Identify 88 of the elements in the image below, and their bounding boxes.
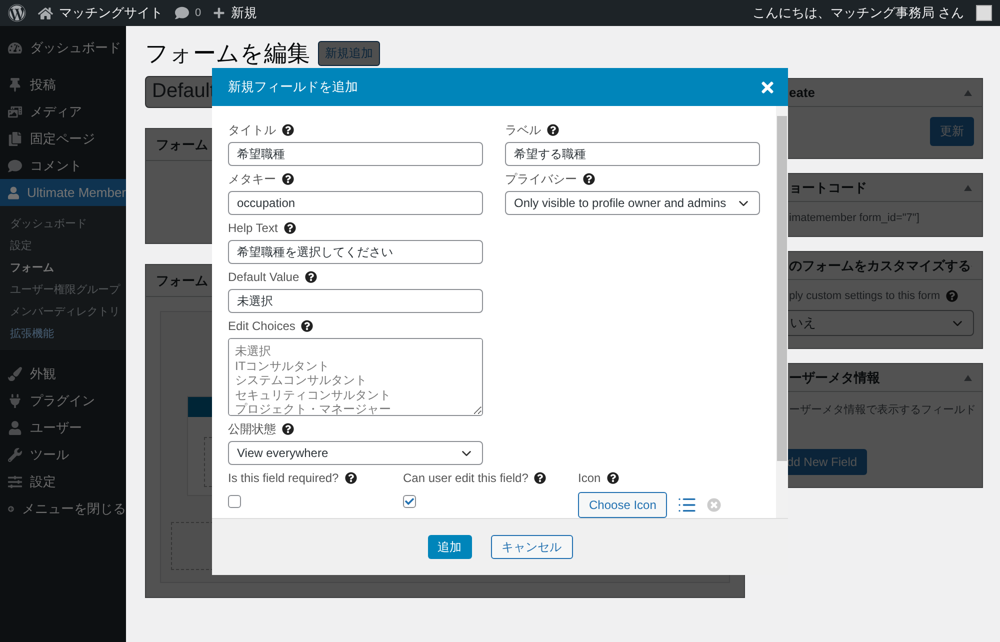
- field-label: メタキー: [228, 170, 276, 188]
- media-icon: [8, 104, 22, 118]
- help-icon: [284, 222, 296, 234]
- pin-icon: [8, 78, 22, 92]
- wordpress-logo-icon[interactable]: [8, 4, 26, 22]
- select-field[interactable]: View everywhere: [228, 441, 483, 465]
- help-icon: [344, 472, 357, 484]
- submenu-item[interactable]: フォーム: [0, 256, 126, 278]
- menu-item[interactable]: 固定ページ: [0, 125, 126, 152]
- help-icon: [282, 173, 294, 185]
- help-icon: [946, 290, 958, 302]
- help-icon: [282, 423, 294, 435]
- update-button[interactable]: 更新: [930, 117, 974, 146]
- description-text: ーザーメタ情報で表示するフィールド: [789, 403, 974, 417]
- box-title: eate: [789, 85, 816, 100]
- field-label: Is this field required?: [228, 471, 339, 485]
- field-label: Help Text: [228, 221, 278, 235]
- field-label: ラベル: [505, 122, 541, 138]
- help-icon: [301, 320, 314, 332]
- help-icon: [305, 271, 318, 283]
- select-field[interactable]: Only visible to profile owner and admins: [505, 191, 760, 215]
- field-label: Icon: [578, 471, 601, 485]
- plus-icon[interactable]: [213, 7, 226, 19]
- field-label: Edit Choices: [228, 319, 296, 333]
- field-label: Can user edit this field?: [403, 471, 528, 485]
- field-label: プライバシー: [505, 170, 577, 188]
- menu-item[interactable]: ユーザー: [0, 414, 126, 441]
- text-field[interactable]: 希望職種: [228, 142, 483, 166]
- close-icon[interactable]: [759, 78, 776, 96]
- checkbox[interactable]: [228, 495, 241, 508]
- menu-item[interactable]: メニューを閉じる: [0, 495, 126, 522]
- panel-title: フォーム: [156, 136, 208, 154]
- sliders-icon: [8, 474, 22, 488]
- text-field[interactable]: 希望する職種: [505, 142, 760, 166]
- help-icon: [547, 124, 559, 136]
- checkbox[interactable]: [403, 495, 416, 508]
- menu-item[interactable]: 投稿: [0, 71, 126, 98]
- home-icon[interactable]: [38, 6, 53, 20]
- menu-item[interactable]: Ultimate Member: [0, 179, 126, 206]
- setting-label: ply custom settings to this form: [789, 290, 940, 302]
- new-link[interactable]: 新規: [231, 4, 258, 22]
- page-title: フォームを編集: [145, 38, 310, 68]
- collapse-arrow-icon[interactable]: [964, 184, 972, 190]
- box-title: のフォームをカスタマイズする: [789, 256, 971, 274]
- brush-icon: [8, 366, 22, 380]
- menu-item[interactable]: 設定: [0, 468, 126, 495]
- field-label: Default Value: [228, 270, 300, 284]
- plug-icon: [8, 394, 22, 408]
- menu-item[interactable]: プラグイン: [0, 387, 126, 414]
- menu-item[interactable]: ダッシュボード: [0, 34, 126, 61]
- help-icon: [606, 472, 619, 484]
- panel-title: フォーム: [156, 272, 208, 290]
- text-field[interactable]: 希望職種を選択してください: [228, 240, 483, 264]
- collapse-arrow-icon[interactable]: [964, 90, 972, 96]
- box-title: ーザーメタ情報: [789, 368, 880, 386]
- modal-title: 新規フィールドを追加: [228, 78, 358, 96]
- comment-count[interactable]: 0: [195, 7, 202, 19]
- help-icon: [282, 124, 294, 136]
- choose-icon-button[interactable]: Choose Icon: [578, 492, 668, 518]
- scrollbar[interactable]: [776, 106, 788, 518]
- user-icon: [8, 186, 20, 200]
- choices-textarea[interactable]: 未選択 ITコンサルタント システムコンサルタント セキュリティコンサルタント プロジェクト・マネージャー: [228, 338, 483, 416]
- add-button[interactable]: 追加: [428, 535, 472, 559]
- greeting-link[interactable]: こんにちは、マッチング事務局 さん: [752, 4, 964, 22]
- box-title: ョートコード: [789, 178, 867, 196]
- help-icon: [583, 173, 595, 185]
- menu-item[interactable]: ツール: [0, 441, 126, 468]
- pages-icon: [8, 132, 22, 146]
- avatar[interactable]: [976, 5, 992, 21]
- menu-item[interactable]: コメント: [0, 152, 126, 179]
- add-new-button[interactable]: 新規追加: [318, 40, 380, 66]
- submenu-item[interactable]: 拡張機能: [0, 322, 126, 344]
- collapse-arrow-icon[interactable]: [964, 374, 972, 380]
- user-icon: [8, 420, 22, 434]
- text-field[interactable]: occupation: [228, 191, 483, 215]
- site-name-link[interactable]: マッチングサイト: [59, 4, 163, 22]
- comment-icon[interactable]: [175, 6, 189, 20]
- menu-item[interactable]: 外観: [0, 360, 126, 387]
- help-icon: [534, 472, 546, 484]
- shortcode-text: imatemember form_id="7"]: [789, 212, 920, 224]
- text-field[interactable]: 未選択: [228, 289, 483, 313]
- cancel-button[interactable]: キャンセル: [490, 535, 572, 559]
- field-label: タイトル: [228, 122, 276, 138]
- menu-item[interactable]: メディア: [0, 98, 126, 125]
- wrench-icon: [8, 448, 22, 462]
- gauge-icon: [8, 40, 22, 54]
- comment-icon: [8, 158, 22, 172]
- field-label: 公開状態: [228, 420, 276, 438]
